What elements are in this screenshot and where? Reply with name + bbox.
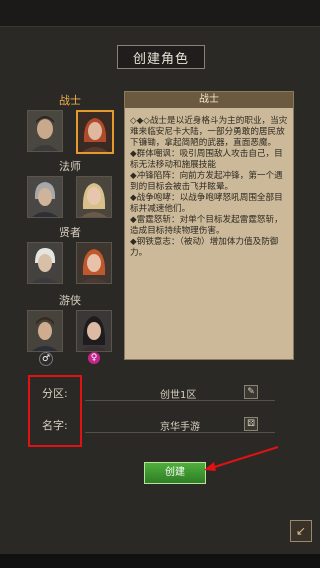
portrait-sage-male[interactable] [27, 242, 63, 284]
female-gender-icon[interactable]: ♀ [88, 352, 100, 364]
page-title: 创建角色 [117, 45, 205, 69]
class-label-mage: 法师 [59, 160, 81, 173]
portrait-image [28, 311, 62, 351]
random-name-icon[interactable]: ⚄ [244, 417, 258, 431]
portrait-image [28, 177, 62, 217]
description-title: 战士 [125, 92, 293, 108]
portrait-image [28, 243, 62, 283]
class-label-ranger: 游侠 [59, 294, 81, 307]
portrait-image [77, 243, 111, 283]
server-select-icon[interactable]: ✎ [244, 385, 258, 399]
class-description-panel: 战士 ◇◆◇战士是以近身格斗为主的职业，当灾难来临安尼卡大陆，一部分勇敢的居民放… [124, 91, 294, 360]
portrait-mage-male[interactable] [27, 176, 63, 218]
class-label-sage: 贤者 [59, 226, 81, 239]
back-corner-icon[interactable]: ↙ [290, 520, 312, 542]
description-text: ◇◆◇战士是以近身格斗为主的职业，当灾难来临安尼卡大陆，一部分勇敢的居民放下镰锄… [130, 116, 288, 258]
top-bar [0, 0, 320, 26]
portrait-image [77, 311, 111, 351]
portrait-sage-female[interactable] [76, 242, 112, 284]
portrait-warrior-female[interactable] [76, 110, 114, 154]
top-divider [0, 26, 320, 27]
male-gender-icon[interactable]: ♂ [39, 352, 53, 366]
server-value[interactable]: 创世1区 [160, 386, 196, 401]
create-button[interactable]: 创建 [144, 462, 206, 484]
name-input[interactable]: 京华手游 [160, 418, 200, 433]
portrait-ranger-male[interactable] [27, 310, 63, 352]
portrait-image [28, 111, 62, 151]
portrait-image [77, 177, 111, 217]
name-label: 名字: [42, 419, 68, 432]
bottom-bar [0, 554, 320, 568]
server-label: 分区: [42, 387, 68, 400]
class-label-warrior: 战士 [59, 94, 81, 107]
portrait-image [78, 112, 112, 152]
portrait-warrior-male[interactable] [27, 110, 63, 152]
portrait-ranger-female[interactable] [76, 310, 112, 352]
portrait-mage-female[interactable] [76, 176, 112, 218]
